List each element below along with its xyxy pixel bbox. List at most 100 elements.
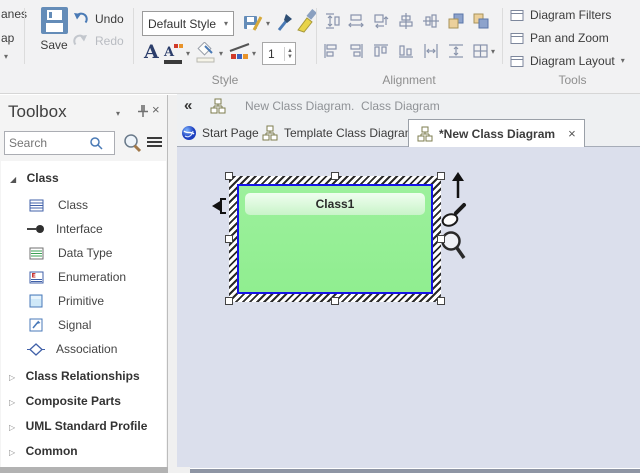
format-painter-button[interactable] xyxy=(296,9,318,39)
toolbox-item-primitive[interactable]: Primitive xyxy=(29,289,104,313)
paintbrush-icon xyxy=(296,9,318,34)
resize-handle-n[interactable] xyxy=(331,172,339,180)
resize-width-button[interactable] xyxy=(347,12,365,35)
diagram-layout-button[interactable]: Diagram Layout ▾ xyxy=(510,54,625,68)
space-vertically-button[interactable] xyxy=(447,42,465,65)
save-style-button[interactable] xyxy=(243,13,263,38)
line-color-dropdown-icon[interactable]: ▾ xyxy=(252,50,256,58)
eyedropper-icon xyxy=(276,10,296,34)
panel-splitter[interactable] xyxy=(168,95,177,473)
resize-handle-sw[interactable] xyxy=(225,297,233,305)
class-name-band: Class1 xyxy=(245,193,425,215)
bring-to-front-button[interactable] xyxy=(447,12,465,35)
tab-close-icon[interactable]: × xyxy=(568,126,576,141)
space-horizontally-button[interactable] xyxy=(422,42,440,65)
pan-and-zoom-button[interactable]: Pan and Zoom xyxy=(510,31,609,45)
grid-layout-button[interactable] xyxy=(472,42,490,65)
search-options-button[interactable] xyxy=(122,133,142,158)
font-color-dropdown-icon[interactable]: ▾ xyxy=(186,50,190,58)
quicklink-button[interactable] xyxy=(448,172,468,205)
class-element[interactable]: Class1 xyxy=(237,184,433,294)
toolbox-section-common[interactable]: ▷ Common xyxy=(1,442,161,460)
toolbox-item-signal[interactable]: Signal xyxy=(29,313,91,337)
undo-label: Undo xyxy=(95,12,124,26)
toolbox-menu-dropdown-icon[interactable]: ▾ xyxy=(116,110,120,118)
resize-handle-s[interactable] xyxy=(331,297,339,305)
spin-down-icon[interactable]: ▼ xyxy=(287,54,293,60)
send-to-back-button[interactable] xyxy=(472,12,490,35)
redo-button[interactable]: Redo xyxy=(72,33,124,49)
center-vertical-icon xyxy=(422,12,440,30)
toolbox-section-class[interactable]: ◢ Class xyxy=(1,169,161,187)
resize-width-icon xyxy=(347,12,365,30)
resize-handle-nw[interactable] xyxy=(225,172,233,180)
resize-height-button[interactable] xyxy=(322,12,340,35)
diagram-layout-label: Diagram Layout xyxy=(530,54,615,68)
resize-handle-se[interactable] xyxy=(437,297,445,305)
section-label: UML Standard Profile xyxy=(26,419,148,433)
tab-start-page[interactable]: Start Page xyxy=(181,120,259,146)
search-icon xyxy=(89,136,103,150)
fill-color-dropdown-icon[interactable]: ▾ xyxy=(219,50,223,58)
menu-icon[interactable] xyxy=(147,135,162,149)
resize-handle-e[interactable] xyxy=(437,235,445,243)
tab-new-class-diagram-active[interactable]: *New Class Diagram × xyxy=(408,119,585,147)
section-label: Class Relationships xyxy=(26,369,140,383)
center-vertical-button[interactable] xyxy=(422,12,440,35)
center-horizontal-icon xyxy=(397,12,415,30)
section-collapsed-icon: ▷ xyxy=(9,448,15,457)
toolbox-section-class-relationships[interactable]: ▷ Class Relationships xyxy=(1,367,161,385)
diagram-icon xyxy=(417,126,434,142)
diagram-filters-button[interactable]: Diagram Filters xyxy=(510,8,611,22)
toolbox-item-datatype[interactable]: Data Type xyxy=(29,241,112,265)
collapse-element-button[interactable] xyxy=(211,196,229,221)
toolbox-item-interface[interactable]: Interface xyxy=(27,217,103,241)
toolbox-section-uml-standard-profile[interactable]: ▷ UML Standard Profile xyxy=(1,417,161,435)
ribbon-partial-label-2[interactable]: ap xyxy=(1,31,14,45)
toolbox-item-association[interactable]: Association xyxy=(27,337,117,361)
toolbox-item-label: Signal xyxy=(58,318,91,332)
collapse-tabs-icon[interactable]: « xyxy=(184,97,192,114)
align-top-button[interactable] xyxy=(372,42,390,65)
section-collapsed-icon: ▷ xyxy=(9,423,15,432)
diagram-tab-bar: Start Page Template Class Diagram *New C… xyxy=(177,118,640,147)
up-arrow-icon xyxy=(448,172,468,200)
ribbon: anes ap ▾ Save Undo Redo Default Style ▾ xyxy=(0,0,640,94)
font-color-button[interactable]: A xyxy=(164,43,184,65)
toolbox-item-label: Class xyxy=(58,198,88,212)
align-left-button[interactable] xyxy=(322,42,340,65)
pin-icon[interactable] xyxy=(135,104,149,123)
search-input[interactable] xyxy=(9,136,89,150)
font-color-bar xyxy=(164,60,182,64)
section-collapsed-icon: ▷ xyxy=(9,398,15,407)
resize-both-button[interactable] xyxy=(372,12,390,35)
grid-dropdown-icon[interactable]: ▾ xyxy=(491,48,495,56)
save-style-dropdown-icon[interactable]: ▾ xyxy=(266,20,270,28)
style-combobox[interactable]: Default Style ▾ xyxy=(142,11,234,36)
toolbox-item-class[interactable]: Class xyxy=(29,193,88,217)
toolbox-item-enumeration[interactable]: E Enumeration xyxy=(29,265,126,289)
tab-label: Template Class Diagram xyxy=(284,126,415,140)
selection-frame[interactable]: Class1 xyxy=(229,176,441,302)
font-button[interactable]: A xyxy=(144,42,159,62)
align-bottom-button[interactable] xyxy=(397,42,415,65)
fill-color-button[interactable] xyxy=(196,42,216,69)
ribbon-partial-dropdown-icon[interactable]: ▾ xyxy=(4,53,8,61)
toolbox-close-icon[interactable]: × xyxy=(152,102,160,117)
resize-handle-w[interactable] xyxy=(225,235,233,243)
interface-icon xyxy=(27,223,45,235)
align-right-icon xyxy=(347,42,365,60)
eyedropper-button[interactable] xyxy=(276,10,296,39)
align-right-button[interactable] xyxy=(347,42,365,65)
undo-button[interactable]: Undo xyxy=(72,11,124,27)
line-color-button[interactable] xyxy=(229,42,253,69)
toolbox-section-composite-parts[interactable]: ▷ Composite Parts xyxy=(1,392,161,410)
line-width-spinner[interactable]: 1 ▲ ▼ xyxy=(262,42,296,65)
save-button[interactable]: Save xyxy=(37,7,71,52)
tab-template-class-diagram[interactable]: Template Class Diagram xyxy=(262,120,415,146)
primitive-icon xyxy=(29,294,45,308)
resize-handle-ne[interactable] xyxy=(437,172,445,180)
toolbox-bottom-scrollbar[interactable] xyxy=(0,467,168,473)
toolbox-search[interactable] xyxy=(4,131,115,155)
center-horizontal-button[interactable] xyxy=(397,12,415,35)
